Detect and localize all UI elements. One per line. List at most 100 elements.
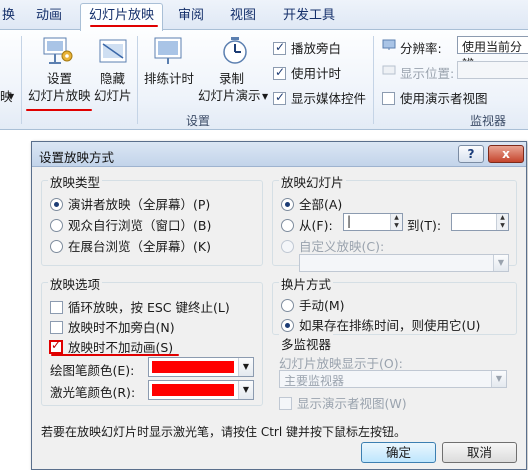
pen-color-label: 绘图笔颜色(E): xyxy=(50,363,135,378)
manual-label: 手动(M) xyxy=(299,298,345,313)
laser-color-picker[interactable]: ▼ xyxy=(148,380,254,400)
group-separator xyxy=(21,36,22,124)
use-timings-label: 如果存在排练时间，则使用它(U) xyxy=(299,318,481,333)
manual-radio[interactable]: 手动(M) xyxy=(281,295,345,314)
radio-selected-icon xyxy=(50,198,63,211)
checkbox-unchecked-icon xyxy=(50,321,63,334)
record-slide-show-label-1[interactable]: 录制 xyxy=(219,70,244,87)
group-separator xyxy=(373,36,374,124)
setup-slide-show-icon xyxy=(40,36,74,69)
chevron-down-icon[interactable]: ▼ xyxy=(238,358,253,376)
advance-slides-group: 换片方式 手动(M) 如果存在排练时间，则使用它(U) xyxy=(272,274,517,335)
show-options-group: 放映选项 循环放映，按 ESC 键终止(L) 放映时不加旁白(N) 放映时不加动… xyxy=(41,274,263,406)
radio-disabled-icon xyxy=(281,240,294,253)
advance-slides-title: 换片方式 xyxy=(279,274,334,293)
custom-show-label: 自定义放映(C): xyxy=(299,239,385,254)
setup-slide-show-button[interactable]: 幻灯片放映 xyxy=(28,87,91,104)
cancel-button[interactable]: 取消 xyxy=(442,442,517,463)
show-options-title: 放映选项 xyxy=(48,274,103,293)
close-icon[interactable]: x xyxy=(488,145,524,163)
group-separator xyxy=(137,36,138,124)
multiple-monitors-title: 多监视器 xyxy=(279,334,334,353)
use-presenter-view-checkbox[interactable]: 使用演示者视图 xyxy=(382,88,488,107)
tab-transitions[interactable]: 换 xyxy=(2,6,15,30)
chevron-down-icon: ▼ xyxy=(493,255,508,271)
spinner-arrows-icon[interactable]: ▲ ▼ xyxy=(390,214,402,230)
set-up-show-dialog: 设置放映方式 ? x 放映类型 演讲者放映（全屏幕）(P) 观众自行浏览（窗口）… xyxy=(31,141,527,470)
ribbon-tab-bar: 换 动画 幻灯片放映 审阅 视图 开发工具 xyxy=(0,0,528,31)
no-animation-label: 放映时不加动画(S) xyxy=(68,340,174,355)
checkbox-checked-icon xyxy=(273,65,286,80)
spinner-arrows-icon[interactable]: ▲ ▼ xyxy=(496,214,508,230)
resolution-select[interactable]: 使用当前分辨 xyxy=(457,36,528,71)
group-label-monitors: 监视器 xyxy=(470,114,507,128)
play-narrations-checkbox[interactable]: 播放旁白 xyxy=(273,38,341,57)
resolution-label: 分辨率: xyxy=(400,41,442,56)
text-cursor-icon: | xyxy=(347,214,352,228)
record-slide-show-icon xyxy=(220,36,250,69)
show-presenter-view-checkbox: 显示演示者视图(W) xyxy=(279,393,407,412)
hide-slide-label-1[interactable]: 隐藏 xyxy=(100,70,125,87)
annotation-underline-setup xyxy=(26,109,92,111)
use-timings-radio[interactable]: 如果存在排练时间，则使用它(U) xyxy=(281,315,480,334)
rehearse-timings-button[interactable]: 排练计时 xyxy=(144,70,194,87)
from-radio[interactable]: 从(F): xyxy=(281,215,333,234)
show-on-icon xyxy=(382,65,396,80)
ok-button[interactable]: 确定 xyxy=(361,442,436,463)
individual-radio[interactable]: 观众自行浏览（窗口）(B) xyxy=(50,215,211,234)
pen-color-picker[interactable]: ▼ xyxy=(148,357,254,377)
multiple-monitors-group: 多监视器 幻灯片放映显示于(O): 主要监视器 ▼ 显示演示者视图(W) xyxy=(272,334,517,411)
help-icon[interactable]: ? xyxy=(458,145,484,163)
record-slide-show-button[interactable]: 幻灯片演示 xyxy=(198,87,261,104)
play-narrations-label: 播放旁白 xyxy=(291,41,342,56)
presenter-label: 演讲者放映（全屏幕）(P) xyxy=(68,197,211,212)
tab-animations[interactable]: 动画 xyxy=(36,6,62,30)
to-label: 到(T): xyxy=(407,218,442,233)
tab-developer[interactable]: 开发工具 xyxy=(283,6,335,30)
chevron-down-icon[interactable]: ▼ xyxy=(262,88,268,105)
show-media-controls-checkbox[interactable]: 显示媒体控件 xyxy=(273,88,366,107)
display-on-select: 主要监视器 ▼ xyxy=(279,370,507,388)
tab-review[interactable]: 审阅 xyxy=(178,6,204,30)
radio-unselected-icon xyxy=(281,299,294,312)
show-slides-title: 放映幻灯片 xyxy=(279,172,346,191)
pen-color-swatch xyxy=(152,361,234,373)
show-slides-group: 放映幻灯片 全部(A) 从(F): | ▲ ▼ 到(T): ▲ ▼ 自定义放映(C):… xyxy=(272,172,517,272)
checkbox-checked-icon xyxy=(273,40,286,55)
show-media-controls-label: 显示媒体控件 xyxy=(291,91,367,106)
display-on-value: 主要监视器 xyxy=(284,374,345,388)
setup-slide-show-label-1[interactable]: 设置 xyxy=(47,70,72,87)
chevron-down-icon[interactable]: ▼ xyxy=(8,88,14,105)
group-label-setup: 设置 xyxy=(186,114,211,128)
to-slide-spinner[interactable]: ▲ ▼ xyxy=(451,213,509,231)
no-narration-checkbox[interactable]: 放映时不加旁白(N) xyxy=(50,317,175,336)
chevron-down-icon: ▼ xyxy=(491,371,506,387)
laser-hint-text: 若要在放映幻灯片时显示激光笔，请按住 Ctrl 键并按下鼠标左按钮。 xyxy=(41,425,406,439)
custom-show-radio: 自定义放映(C): xyxy=(281,236,384,255)
individual-label: 观众自行浏览（窗口）(B) xyxy=(68,218,212,233)
presenter-radio[interactable]: 演讲者放映（全屏幕）(P) xyxy=(50,194,210,213)
loop-checkbox[interactable]: 循环放映，按 ESC 键终止(L) xyxy=(50,297,230,316)
kiosk-label: 在展台浏览（全屏幕）(K) xyxy=(68,239,211,254)
annotation-underline-tab xyxy=(90,25,158,27)
tab-view[interactable]: 视图 xyxy=(230,6,256,30)
laser-color-swatch xyxy=(152,384,234,396)
kiosk-radio[interactable]: 在展台浏览（全屏幕）(K) xyxy=(50,236,211,255)
show-type-group: 放映类型 演讲者放映（全屏幕）(P) 观众自行浏览（窗口）(B) 在展台浏览（全… xyxy=(41,172,263,266)
all-slides-label: 全部(A) xyxy=(299,197,343,212)
hide-slide-icon xyxy=(98,38,128,69)
show-on-select xyxy=(457,61,528,79)
ribbon-body: 映 ▼ 设置 幻灯片放映 隐藏 幻灯片 排练计时 录制 幻灯片演示 ▼ ✓播放旁… xyxy=(0,30,528,130)
radio-unselected-icon xyxy=(50,219,63,232)
hide-slide-button[interactable]: 幻灯片 xyxy=(94,87,132,104)
from-label: 从(F): xyxy=(299,218,333,233)
chevron-down-icon[interactable]: ▼ xyxy=(238,381,253,399)
use-timings-checkbox[interactable]: 使用计时 xyxy=(273,63,341,82)
from-slide-spinner[interactable]: | ▲ ▼ xyxy=(343,213,403,231)
checkbox-unchecked-icon xyxy=(382,92,395,105)
all-slides-radio[interactable]: 全部(A) xyxy=(281,194,342,213)
annotation-underline-no-animation xyxy=(51,354,179,356)
radio-selected-icon xyxy=(281,319,294,332)
resolution-icon xyxy=(382,39,396,54)
show-type-title: 放映类型 xyxy=(48,172,103,191)
